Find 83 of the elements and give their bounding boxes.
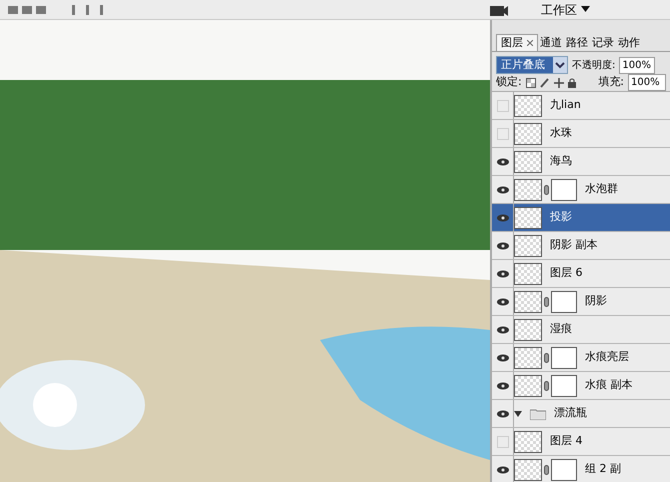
layer-thumbnail	[514, 374, 542, 396]
blend-mode-value: 正片叠底	[497, 56, 553, 74]
close-icon[interactable]	[527, 40, 533, 46]
caret-icon	[581, 6, 590, 13]
chain-link-icon	[544, 296, 549, 306]
layer-group-row[interactable]: 漂流瓶	[492, 400, 670, 428]
expand-triangle-icon[interactable]	[514, 410, 522, 418]
layer-thumbnail	[514, 430, 542, 452]
align-icons[interactable]	[8, 4, 48, 16]
workspace-button[interactable]: 工作区	[533, 0, 598, 18]
layer-row[interactable]: 图层 6	[492, 260, 670, 288]
layer-name: 水痕 副本	[585, 377, 632, 394]
panel-tab[interactable]: 通道	[538, 36, 564, 51]
layer-thumbnail	[514, 178, 542, 200]
layer-name: 漂流瓶	[554, 405, 587, 422]
move-icon[interactable]	[554, 78, 564, 88]
layer-row[interactable]: 水珠	[492, 120, 670, 148]
layer-thumbnail	[514, 346, 542, 368]
layer-name: 湿痕	[550, 321, 572, 338]
layer-name: 组 2 副	[585, 461, 621, 478]
layer-row[interactable]: 湿痕	[492, 316, 670, 344]
layer-row[interactable]: 图层 4	[492, 428, 670, 456]
panel-tab[interactable]: 图层	[496, 34, 538, 51]
layer-name: 海鸟	[550, 153, 572, 170]
lock-transparency-icon[interactable]	[526, 78, 536, 88]
layer-name: 图层 6	[550, 265, 582, 282]
layer-name: 水珠	[550, 125, 572, 142]
layer-name: 图层 4	[550, 433, 582, 450]
layer-thumbnail	[514, 150, 542, 172]
eye-icon[interactable]	[496, 214, 508, 222]
layer-thumbnail	[514, 94, 542, 116]
eye-icon[interactable]	[496, 298, 508, 306]
fill-field[interactable]: 100%	[628, 74, 666, 91]
layer-row[interactable]: 水痕亮层	[492, 344, 670, 372]
layer-thumbnail	[514, 234, 542, 256]
chain-link-icon	[544, 464, 549, 474]
chain-link-icon	[544, 352, 549, 362]
lock-label: 锁定:	[496, 74, 522, 90]
layer-thumbnail	[514, 206, 542, 228]
eye-icon[interactable]	[496, 242, 508, 250]
layer-row[interactable]: 海鸟	[492, 148, 670, 176]
layer-name: 水泡群	[585, 181, 618, 198]
layer-name: 投影	[550, 209, 572, 226]
fill-label: 填充:	[598, 74, 624, 90]
layer-row[interactable]: 水痕 副本	[492, 372, 670, 400]
layer-row[interactable]: 阴影	[492, 288, 670, 316]
layer-row[interactable]: 阴影 副本	[492, 232, 670, 260]
opacity-label: 不透明度:	[572, 58, 616, 72]
layer-name: 水痕亮层	[585, 349, 629, 366]
panel-tab[interactable]: 路径	[564, 36, 590, 51]
eye-icon[interactable]	[496, 186, 508, 194]
visibility-toggle[interactable]	[496, 100, 508, 112]
layer-row[interactable]: 组 2 副	[492, 456, 670, 482]
opacity-field[interactable]: 100%	[619, 56, 656, 74]
folder-icon	[530, 408, 546, 420]
eye-icon[interactable]	[496, 382, 508, 390]
eye-icon[interactable]	[496, 410, 508, 418]
chain-link-icon	[544, 380, 549, 390]
brush-icon[interactable]	[540, 78, 550, 88]
layer-name: 九lian	[550, 97, 581, 114]
eye-icon[interactable]	[496, 354, 508, 362]
layer-thumbnail	[514, 458, 542, 480]
layer-thumbnail	[514, 290, 542, 312]
layer-row[interactable]: 投影	[492, 204, 670, 232]
visibility-toggle[interactable]	[496, 128, 508, 140]
chain-link-icon	[544, 184, 549, 194]
layer-thumbnail	[514, 318, 542, 340]
eye-icon[interactable]	[496, 326, 508, 334]
layer-name: 阴影 副本	[550, 237, 598, 254]
layer-row[interactable]: 九lian	[492, 92, 670, 120]
panel-tab[interactable]: 记录	[590, 36, 616, 51]
eye-icon[interactable]	[496, 466, 508, 474]
layer-thumbnail	[514, 262, 542, 284]
visibility-toggle[interactable]	[496, 436, 508, 448]
layer-thumbnail	[514, 122, 542, 144]
panel-tab[interactable]: 动作	[616, 36, 642, 51]
layer-name: 阴影	[585, 293, 607, 310]
lock-icon[interactable]	[568, 78, 576, 88]
dropdown-caret-icon	[553, 57, 567, 73]
blend-mode-dropdown[interactable]: 正片叠底	[496, 56, 568, 74]
eye-icon[interactable]	[496, 270, 508, 278]
layer-row[interactable]: 水泡群	[492, 176, 670, 204]
eye-icon[interactable]	[496, 158, 508, 166]
